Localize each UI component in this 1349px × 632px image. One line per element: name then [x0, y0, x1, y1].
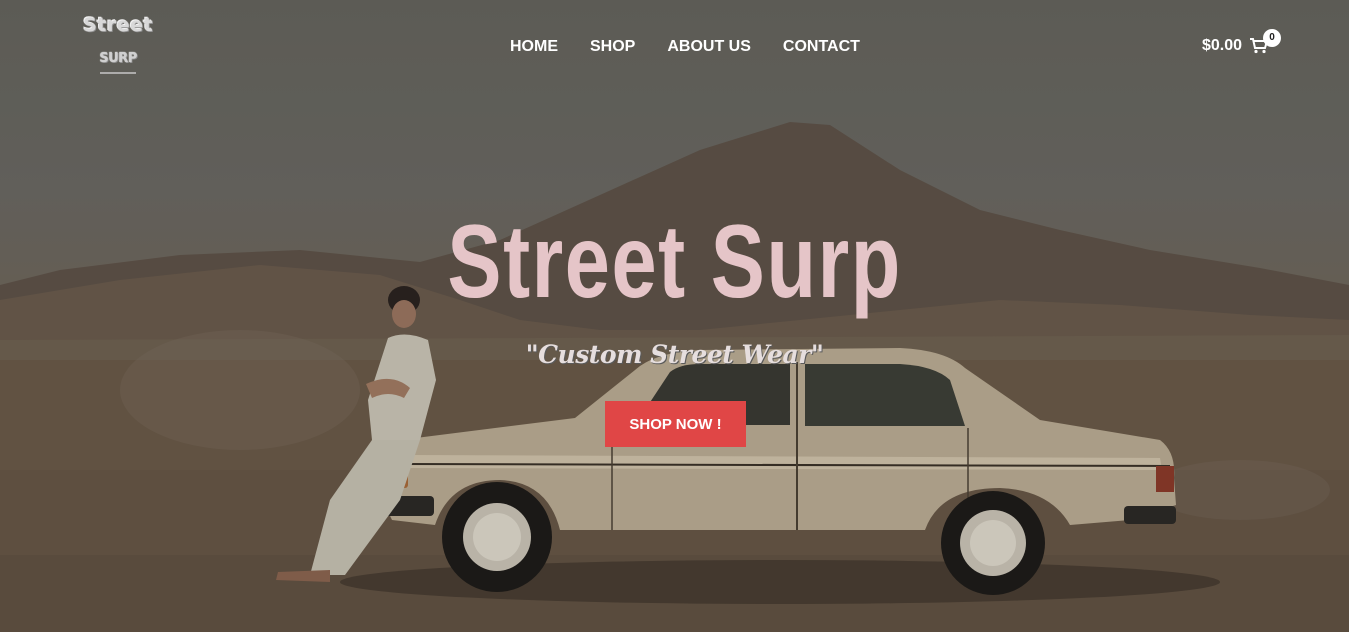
nav-item-about-us[interactable]: ABOUT US	[667, 36, 751, 58]
nav-item-contact[interactable]: CONTACT	[783, 36, 860, 58]
nav-item-home[interactable]: HOME	[510, 36, 558, 58]
main-navigation: HOME SHOP ABOUT US CONTACT	[510, 36, 860, 58]
hero-section: Street SURP HOME SHOP ABOUT US CONTACT $…	[0, 0, 1349, 632]
cart-count-badge: 0	[1263, 29, 1281, 47]
site-logo[interactable]: Street SURP	[78, 14, 158, 78]
hero-subtitle: "Custom Street Wear"	[525, 340, 824, 369]
cart-total: $0.00	[1202, 37, 1243, 54]
cart-button[interactable]: $0.00	[1202, 30, 1269, 62]
shop-now-button[interactable]: SHOP NOW !	[605, 401, 746, 447]
logo-tagline-mark	[100, 72, 136, 74]
hero-title: Street Surp	[447, 204, 902, 320]
logo-text-street: Street	[83, 14, 153, 36]
nav-item-shop[interactable]: SHOP	[590, 36, 635, 58]
logo-text-surp: SURP	[99, 51, 137, 66]
